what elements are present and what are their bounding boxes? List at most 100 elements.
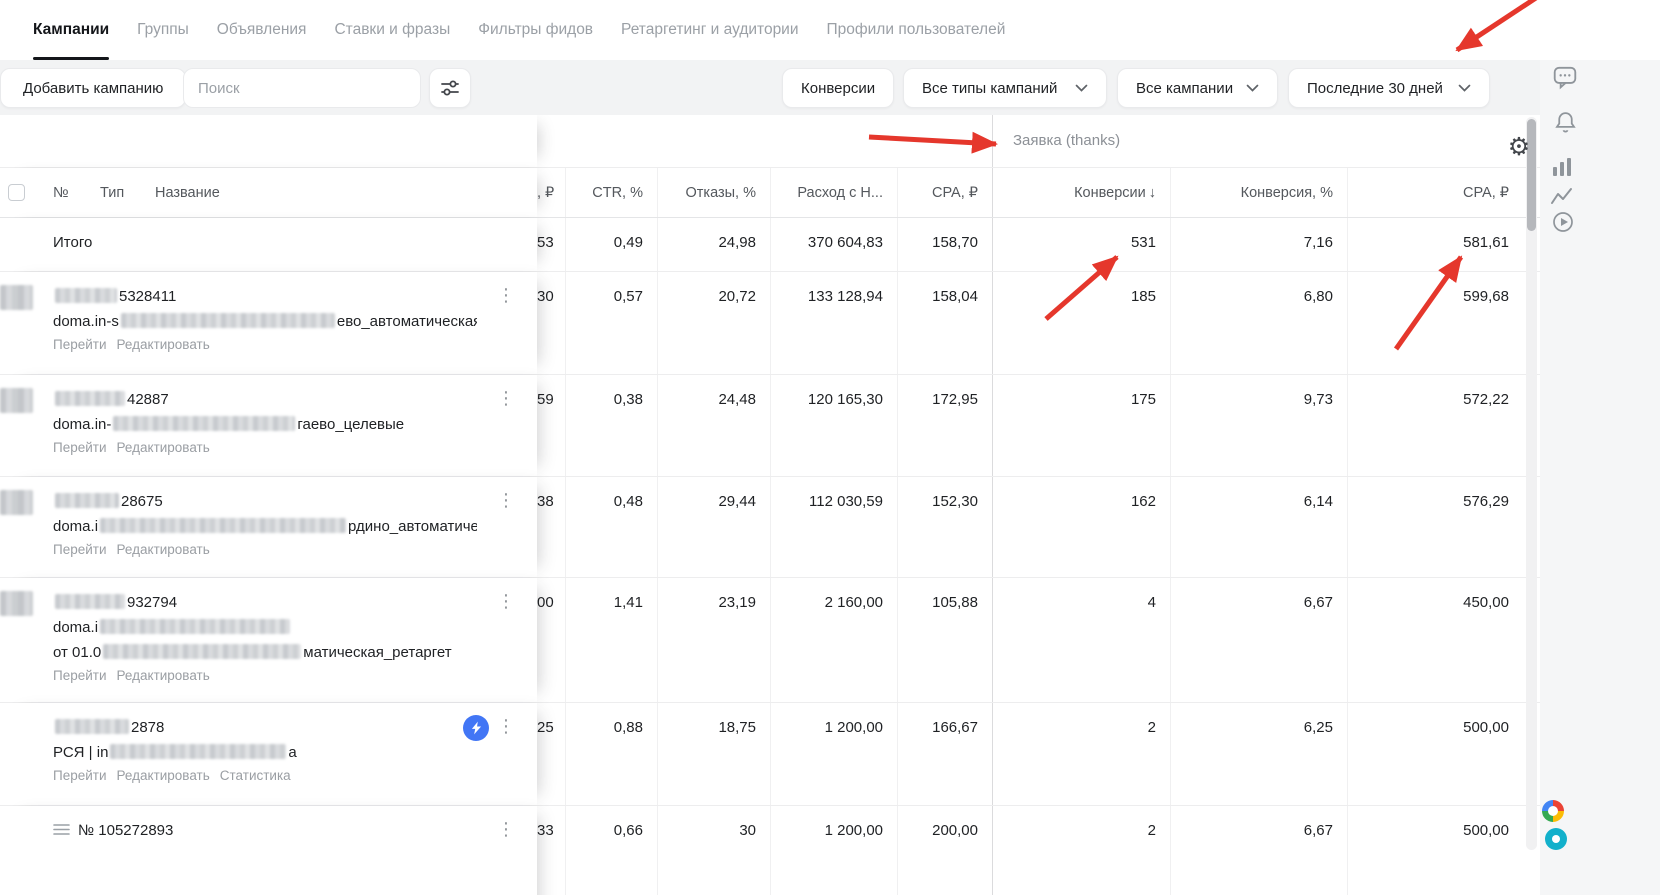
row-menu-button[interactable]: ⋮ <box>497 286 515 304</box>
table-header-row: № Тип Название , ₽ CTR, % Отказы, % Расх… <box>0 168 1540 218</box>
col-num: № <box>53 185 69 201</box>
campaign-cell: 932794doma.iот 01.0матическая_ретаргетПе… <box>0 578 537 702</box>
col-cpa-goal[interactable]: CPA, ₽ <box>1347 168 1523 217</box>
campaign-type-filter[interactable]: Все типы кампаний <box>903 68 1107 108</box>
campaigns-filter-label: Все кампании <box>1136 80 1233 97</box>
conversions-button[interactable]: Конверсии <box>782 68 894 108</box>
campaign-id: 2878 <box>53 715 477 740</box>
chat-icon[interactable] <box>1552 64 1578 95</box>
table-row[interactable]: № 105272893⋮330,66301 200,00200,0026,675… <box>0 806 1540 895</box>
video-circle-icon[interactable] <box>1551 210 1575 239</box>
edit-link[interactable]: Редактировать <box>117 440 210 455</box>
tab-bids-phrases[interactable]: Ставки и фразы <box>334 0 450 60</box>
go-link[interactable]: Перейти <box>53 440 107 455</box>
col-cost[interactable]: Расход с Н... <box>770 168 897 217</box>
chevron-down-icon <box>1246 84 1259 92</box>
redacted-text <box>113 416 295 431</box>
text-segment: рдино_автоматическая <box>348 518 477 535</box>
pulse-icon[interactable] <box>1550 186 1574 213</box>
tab-user-profiles[interactable]: Профили пользователей <box>827 0 1006 60</box>
cell-cpa: 105,88 <box>897 578 992 702</box>
campaign-cell: 42887doma.in-гаево_целевыеПерейтиРедакти… <box>0 375 537 476</box>
table-row[interactable]: 2878РСЯ | inаПерейтиРедактироватьСтатист… <box>0 703 1540 806</box>
row-menu-button[interactable]: ⋮ <box>497 491 515 509</box>
table-row[interactable]: 5328411doma.in-sево_автоматическаяПерейт… <box>0 272 1540 375</box>
campaign-id: 42887 <box>53 387 477 412</box>
date-range-label: Последние 30 дней <box>1307 80 1443 97</box>
campaign-id: 932794 <box>53 590 477 615</box>
redacted-text <box>55 493 119 508</box>
table-row[interactable]: 28675doma.iрдино_автоматическаяПерейтиРе… <box>0 477 1540 578</box>
col-conversions[interactable]: Конверсии↓ <box>992 168 1170 217</box>
search-input[interactable] <box>198 80 406 97</box>
text-segment: матическая_ретаргет <box>303 644 451 661</box>
text-segment: 2878 <box>131 719 164 736</box>
table-row[interactable]: 42887doma.in-гаево_целевыеПерейтиРедакти… <box>0 375 1540 477</box>
text-segment: гаево_целевые <box>297 416 404 433</box>
cell-ctr: 0,66 <box>565 806 657 895</box>
tab-feed-filters[interactable]: Фильтры фидов <box>478 0 593 60</box>
row-menu-button[interactable]: ⋮ <box>497 820 515 838</box>
cell-conversions: 175 <box>992 375 1170 476</box>
cell-bounce: 20,72 <box>657 272 770 374</box>
text-segment: doma.i <box>53 518 98 535</box>
campaign-cell: 5328411doma.in-sево_автоматическаяПерейт… <box>0 272 537 374</box>
text-segment: от 01.0 <box>53 644 101 661</box>
tab-campaigns[interactable]: Кампании <box>33 0 109 60</box>
tab-ads[interactable]: Объявления <box>217 0 307 60</box>
select-all-checkbox[interactable] <box>8 184 25 201</box>
teal-app-icon[interactable] <box>1545 828 1567 850</box>
settings-gear-button[interactable]: ⚙ <box>1502 128 1536 166</box>
filters-button[interactable] <box>429 68 471 108</box>
edit-link[interactable]: Редактировать <box>117 668 210 683</box>
search-box[interactable] <box>183 68 421 108</box>
cell-bounce: 18,75 <box>657 703 770 805</box>
cell-cpa-goal: 450,00 <box>1347 578 1523 702</box>
chevron-down-icon <box>1458 84 1471 92</box>
edit-link[interactable]: Редактировать <box>117 337 210 352</box>
cell-cpa-goal: 576,29 <box>1347 477 1523 577</box>
row-menu-button[interactable]: ⋮ <box>497 592 515 610</box>
cell-cost: 133 128,94 <box>770 272 897 374</box>
campaigns-filter[interactable]: Все кампании <box>1117 68 1278 108</box>
cell-cut: 33 <box>537 806 565 895</box>
col-bounce[interactable]: Отказы, % <box>657 168 770 217</box>
totals-cost: 370 604,83 <box>770 218 897 271</box>
tab-groups[interactable]: Группы <box>137 0 189 60</box>
browser-colorful-icon[interactable] <box>1542 800 1564 822</box>
edit-link[interactable]: Редактировать <box>117 768 210 783</box>
chevron-down-icon <box>1075 84 1088 92</box>
col-conv-rate[interactable]: Конверсия, % <box>1170 168 1347 217</box>
go-link[interactable]: Перейти <box>53 337 107 352</box>
cell-bounce: 23,19 <box>657 578 770 702</box>
col-ctr[interactable]: CTR, % <box>565 168 657 217</box>
col-cut-currency[interactable]: , ₽ <box>537 168 565 217</box>
bar-chart-icon[interactable] <box>1550 155 1574 184</box>
go-link[interactable]: Перейти <box>53 668 107 683</box>
col-cpa[interactable]: CPA, ₽ <box>897 168 992 217</box>
go-link[interactable]: Перейти <box>53 542 107 557</box>
header-left-cell: № Тип Название <box>0 168 537 217</box>
tab-retargeting-audiences[interactable]: Ретаргетинг и аудитории <box>621 0 798 60</box>
table-row[interactable]: 932794doma.iот 01.0матическая_ретаргетПе… <box>0 578 1540 703</box>
edit-link[interactable]: Редактировать <box>117 542 210 557</box>
cell-cpa: 200,00 <box>897 806 992 895</box>
goal-group-header[interactable]: Заявка (thanks) <box>992 115 1523 167</box>
vertical-scrollbar[interactable] <box>1526 117 1537 850</box>
cell-conv-rate: 6,67 <box>1170 578 1347 702</box>
add-campaign-button[interactable]: Добавить кампанию <box>0 68 186 108</box>
campaign-name-extra: от 01.0 матическая_ретаргет <box>53 640 477 665</box>
cell-cost: 2 160,00 <box>770 578 897 702</box>
cell-cut: 38 <box>537 477 565 577</box>
date-range-filter[interactable]: Последние 30 дней <box>1288 68 1490 108</box>
cell-cpa: 152,30 <box>897 477 992 577</box>
redacted-text <box>100 518 346 533</box>
go-link[interactable]: Перейти <box>53 768 107 783</box>
row-menu-button[interactable]: ⋮ <box>497 717 515 735</box>
col-name: Название <box>155 185 220 201</box>
bell-icon[interactable] <box>1553 110 1578 140</box>
main-tabs: Кампании Группы Объявления Ставки и фразы Фи… <box>0 0 1660 60</box>
row-menu-button[interactable]: ⋮ <box>497 389 515 407</box>
cell-cpa-goal: 572,22 <box>1347 375 1523 476</box>
stats-link[interactable]: Статистика <box>220 768 291 783</box>
